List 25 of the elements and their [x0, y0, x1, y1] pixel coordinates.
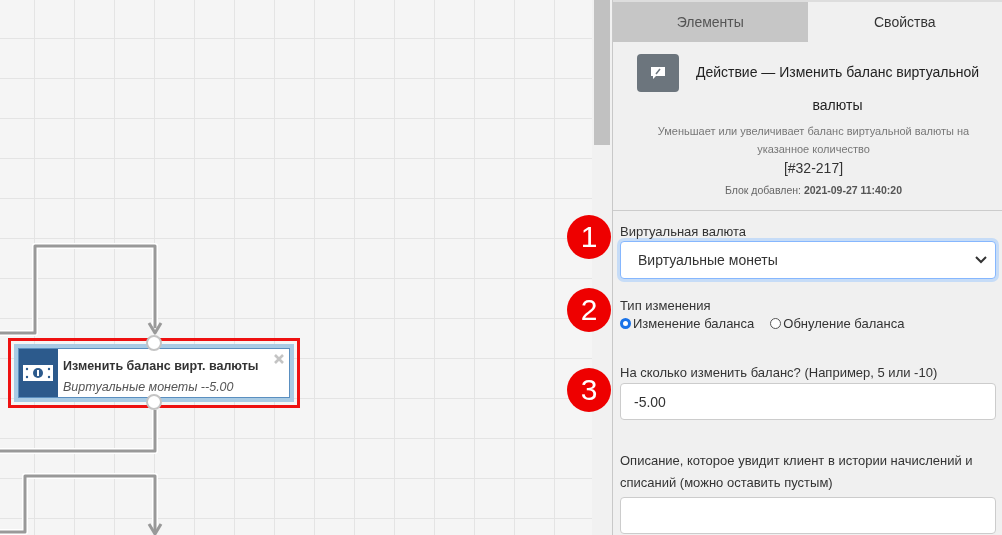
- field-label: Описание, которое увидит клиент в истории начислений и списаний (можно оставить пустым): [620, 452, 974, 492]
- port-circle[interactable]: [146, 335, 162, 351]
- added-date: 2021-09-27 11:40:20: [803, 184, 902, 196]
- speech-bubble-icon: [650, 66, 666, 80]
- description-field[interactable]: [620, 497, 996, 534]
- block-description: Уменьшает или увеличивает баланс виртуальной валюты на указанное количество: [656, 124, 971, 157]
- currency-select[interactable]: Виртуальные монеты: [620, 241, 996, 279]
- radio-button[interactable]: [620, 318, 631, 329]
- radio-button[interactable]: [770, 318, 782, 329]
- field-label: На сколько изменить баланс? (Например, 5 или -10): [620, 365, 939, 380]
- amount-field[interactable]: -5.00: [620, 383, 996, 420]
- added-label: Блок добавлен:: [725, 184, 801, 196]
- flow-node[interactable]: Изменить баланс вирт. валюты Виртуальные монеты --5.00: [8, 338, 300, 408]
- node-title: Изменить баланс вирт. валюты: [63, 359, 259, 373]
- scrollbar-thumb[interactable]: [594, 0, 610, 145]
- banknote-icon: [23, 365, 53, 381]
- node-subtitle: Виртуальные монеты --5.00: [63, 380, 235, 394]
- block-id: [#32-217]: [782, 159, 845, 178]
- field-label: Виртуальная валюта: [620, 224, 748, 239]
- block-title: Действие — Изменить баланс виртуальной валюты: [694, 63, 981, 115]
- close-icon[interactable]: [274, 354, 284, 364]
- chevron-down-icon: [975, 256, 987, 264]
- port-circle[interactable]: [146, 394, 162, 410]
- field-label: Тип изменения: [620, 298, 712, 313]
- panel-tab[interactable]: Элементы: [613, 2, 808, 42]
